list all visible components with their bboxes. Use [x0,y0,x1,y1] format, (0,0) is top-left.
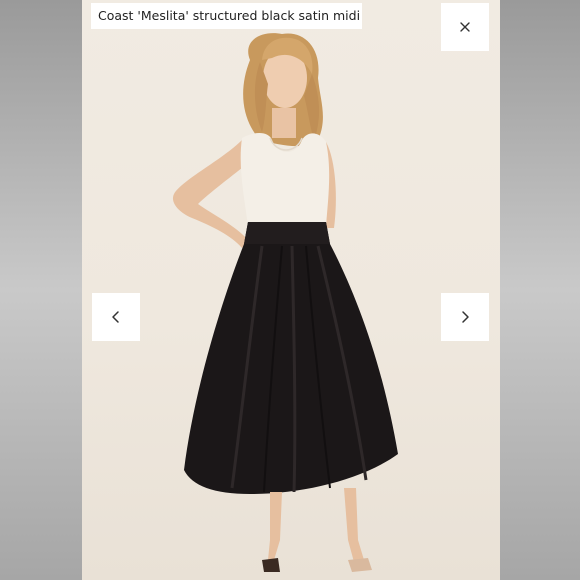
next-image-button[interactable] [441,293,489,341]
product-photo [82,0,500,580]
close-button[interactable] [441,3,489,51]
image-caption: Coast 'Meslita' structured black satin m… [91,3,362,29]
chevron-right-icon [462,311,469,323]
image-viewer: Coast 'Meslita' structured black satin m… [0,0,580,580]
chevron-left-icon [112,311,119,323]
previous-image-button[interactable] [92,293,140,341]
close-icon [460,22,470,32]
model-illustration [172,33,398,572]
